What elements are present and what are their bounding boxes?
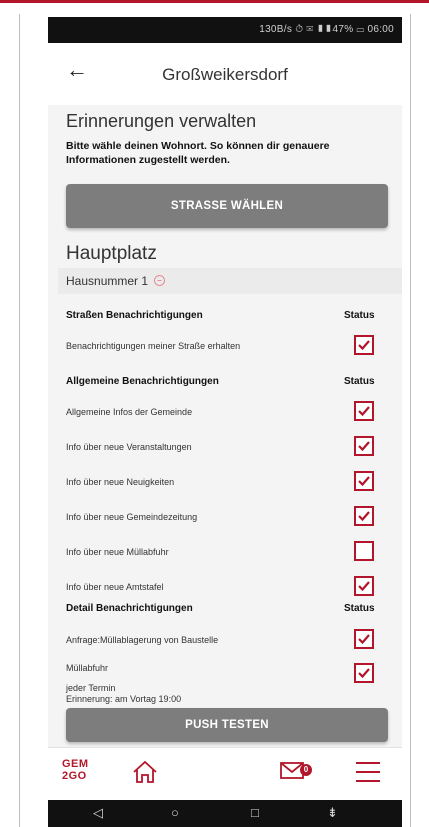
notification-label: Müllabfuhr: [66, 663, 109, 673]
system-home-icon[interactable]: ○: [171, 805, 179, 820]
checkbox-events[interactable]: [354, 436, 374, 456]
check-icon: [358, 406, 370, 417]
home-icon[interactable]: [132, 760, 158, 784]
check-icon: [358, 581, 370, 592]
notification-label: Info über neue Amtstafel: [66, 582, 164, 592]
checkbox-news[interactable]: [354, 471, 374, 491]
notification-label: Info über neue Müllabfuhr: [66, 547, 169, 557]
check-icon: [358, 476, 370, 487]
frame-border-left: [19, 14, 20, 827]
notification-label: Info über neue Veranstaltungen: [66, 442, 192, 452]
notification-sublabel: jeder Termin: [66, 683, 116, 693]
checkbox-street-notifications[interactable]: [354, 335, 374, 355]
check-icon: [358, 441, 370, 452]
settings-content: Erinnerungen verwalten Bitte wähle deine…: [48, 105, 402, 747]
system-back-icon[interactable]: ◁: [93, 805, 103, 821]
intro-text: Bitte wähle deinen Wohnort. So können di…: [66, 140, 330, 166]
check-icon: [358, 340, 370, 351]
house-number-label: Hausnummer 1: [66, 274, 149, 288]
phone-screen: 130B/s ⏱ ✉ ▮▮47% ▭ 06:00 ← Großweikersdo…: [48, 17, 402, 827]
section-title-street: Straßen Benachrichtigungen: [66, 310, 203, 321]
mail-badge: 0: [300, 764, 312, 776]
notification-label: Info über neue Gemeindezeitung: [66, 512, 198, 522]
app-header: ← Großweikersdorf: [48, 43, 402, 106]
status-bar-text: 130B/s ⏱ ✉ ▮▮47% ▭ 06:00: [259, 24, 394, 35]
section-heading: Erinnerungen verwalten: [66, 111, 257, 131]
page-title: Großweikersdorf: [162, 65, 288, 84]
system-navigation-bar: ◁ ○ □ ⇟: [48, 800, 402, 827]
push-test-button[interactable]: PUSH TESTEN: [66, 708, 388, 742]
status-header: Status: [344, 310, 375, 321]
street-name: Hauptplatz: [66, 243, 157, 264]
system-extra-icon[interactable]: ⇟: [327, 805, 338, 821]
notification-sublabel: Erinnerung: am Vortag 19:00: [66, 694, 182, 704]
house-number-row: Hausnummer 1 −: [58, 268, 402, 294]
section-title-general: Allgemeine Benachrichtigungen: [66, 376, 219, 387]
app-logo: GEM 2GO: [62, 758, 98, 782]
select-street-button[interactable]: STRASSE WÄHLEN: [66, 184, 388, 228]
system-recents-icon[interactable]: □: [251, 805, 259, 820]
check-icon: [358, 511, 370, 522]
top-accent-line: [0, 0, 429, 3]
notification-label: Benachrichtigungen meiner Straße erhalte…: [66, 341, 241, 351]
status-header: Status: [344, 603, 375, 614]
notification-label: Info über neue Neuigkeiten: [66, 477, 175, 487]
checkbox-notice-board[interactable]: [354, 576, 374, 596]
logo-line: 2GO: [62, 770, 87, 782]
checkbox-construction-waste[interactable]: [354, 629, 374, 649]
hamburger-menu-icon[interactable]: [356, 762, 380, 789]
checkbox-newsletter[interactable]: [354, 506, 374, 526]
status-bar: 130B/s ⏱ ✉ ▮▮47% ▭ 06:00: [48, 17, 402, 43]
checkbox-waste-collection[interactable]: [354, 541, 374, 561]
notification-label: Anfrage:Müllablagerung von Baustelle: [66, 635, 219, 645]
minus-circle-icon[interactable]: −: [154, 275, 165, 286]
status-header: Status: [344, 376, 375, 387]
notification-label: Allgemeine Infos der Gemeinde: [66, 407, 193, 417]
frame-border-right: [410, 14, 411, 827]
check-icon: [358, 634, 370, 645]
bottom-navigation: GEM 2GO 0: [48, 747, 402, 801]
checkbox-waste-detail[interactable]: [354, 663, 374, 683]
checkbox-general-info[interactable]: [354, 401, 374, 421]
logo-line: GEM: [62, 758, 89, 770]
check-icon: [358, 668, 370, 679]
section-title-detail: Detail Benachrichtigungen: [66, 603, 193, 614]
